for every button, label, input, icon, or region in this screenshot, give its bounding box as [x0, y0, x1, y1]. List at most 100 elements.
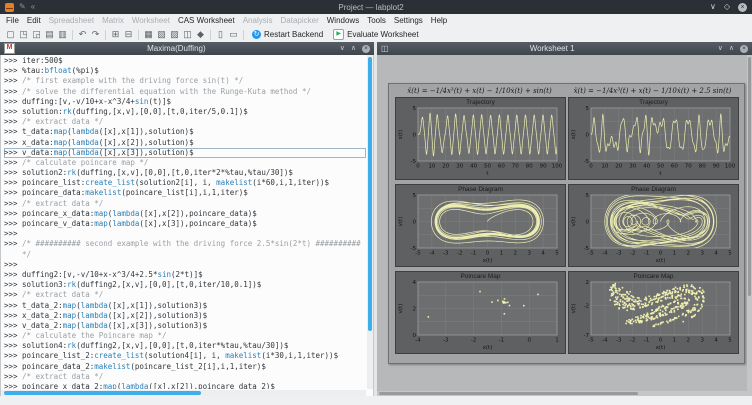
menu-edit[interactable]: Edit: [23, 16, 45, 25]
code-line[interactable]: >>>solution2:rk(duffing,[x,v],[0,0],[t,0…: [4, 168, 366, 178]
maxima-dock-icon[interactable]: ∧: [351, 42, 356, 55]
code-line[interactable]: >>>x_data_2:map(lambda([x],x[2]),solutio…: [4, 311, 366, 321]
new-datapicker-icon[interactable]: ◆: [194, 27, 207, 42]
code-vertical-scrollbar[interactable]: [367, 55, 373, 389]
save-icon[interactable]: ◲: [30, 27, 43, 42]
new-matrix-icon[interactable]: ▨: [168, 27, 181, 42]
open-file-icon[interactable]: ◳: [17, 27, 30, 42]
plot-trajectory-right[interactable]: Trajectory: [568, 97, 739, 180]
new-document-icon[interactable]: ▢: [4, 27, 17, 42]
evaluate-worksheet-button[interactable]: ▶ Evaluate Worksheet: [328, 29, 423, 40]
minimize-icon[interactable]: ∨: [710, 0, 716, 14]
new-note-icon[interactable]: ▯: [214, 27, 227, 42]
code-line[interactable]: >>>/* ########## second example with the…: [4, 239, 366, 249]
menu-file[interactable]: File: [2, 16, 23, 25]
worksheet-vertical-scrollbar[interactable]: [747, 55, 752, 396]
cas-session-view[interactable]: >>>iter:500$>>>%tau:bfloat(%pi)$>>>/* fi…: [0, 55, 374, 396]
menu-windows[interactable]: Windows: [323, 16, 363, 25]
maximize-icon[interactable]: ◇: [724, 0, 730, 14]
new-worksheet-icon[interactable]: ◫: [181, 27, 194, 42]
code-line[interactable]: >>>poincare_list_2:create_list(solution4…: [4, 351, 366, 361]
code-line[interactable]: >>>: [4, 260, 366, 270]
code-line[interactable]: >>>solution:rk(duffing,[x,v],[0,0],[t,0,…: [4, 107, 366, 117]
print-preview-icon[interactable]: ▥: [56, 27, 69, 42]
close-icon[interactable]: ×: [738, 3, 747, 12]
code-line[interactable]: >>>poincare_v_data:map(lambda([x],x[3]),…: [4, 219, 366, 229]
code-vertical-scrollbar-thumb[interactable]: [368, 57, 372, 331]
new-spreadsheet-icon[interactable]: ▧: [155, 27, 168, 42]
maxima-panel-title: Maxima(Duffing): [19, 44, 334, 53]
code-line[interactable]: >>>/* extract data */: [4, 199, 366, 209]
new-folder-icon[interactable]: ▭: [227, 27, 240, 42]
code-line[interactable]: >>>/* extract data */: [4, 117, 366, 127]
plot-trajectory-left[interactable]: Trajectory: [395, 97, 566, 180]
code-line[interactable]: >>>solution4:rk(duffing2,[x,v],[0,0],[t,…: [4, 341, 366, 351]
plot-canvas: [396, 272, 565, 353]
menu-help[interactable]: Help: [427, 16, 451, 25]
worksheet-panel: ◫ Worksheet 1 ∨ ∧ × ẍ(t) = −1/4x³(t) + x…: [377, 42, 752, 396]
code-line[interactable]: >>>x_data:map(lambda([x],x[2]),solution)…: [4, 138, 366, 148]
code-line[interactable]: >>>/* extract data */: [4, 372, 366, 382]
worksheet-float-icon[interactable]: ∨: [718, 42, 723, 55]
maxima-close-icon[interactable]: ×: [362, 45, 370, 53]
plot-phase-diagram-left[interactable]: Phase Diagram: [395, 184, 566, 267]
properties-explorer-icon[interactable]: ⊟: [122, 27, 135, 42]
code-line[interactable]: >>>/* calculate the Poincare map */: [4, 331, 366, 341]
worksheet-page[interactable]: ẍ(t) = −1/4x³(t) + x(t) − 1/10ẋ(t) + sin…: [388, 83, 745, 364]
code-area[interactable]: >>>iter:500$>>>%tau:bfloat(%pi)$>>>/* fi…: [4, 56, 366, 389]
plot-phase-diagram-right[interactable]: Phase Diagram: [568, 184, 739, 267]
menu-tools[interactable]: Tools: [363, 16, 390, 25]
menu-settings[interactable]: Settings: [390, 16, 427, 25]
maxima-float-icon[interactable]: ∨: [340, 42, 345, 55]
toolbar-separator: [243, 30, 244, 40]
code-line[interactable]: >>>solution3:rk(duffing2,[x,v],[0,0],[t,…: [4, 280, 366, 290]
code-line[interactable]: >>>/* solve the differential equation wi…: [4, 87, 366, 97]
worksheet-dock-icon[interactable]: ∧: [729, 42, 734, 55]
plot-poincare-map-left[interactable]: Poincare Map: [395, 271, 566, 354]
menu-cas-worksheet[interactable]: CAS Worksheet: [174, 16, 239, 25]
labplot-app-icon: [5, 3, 14, 12]
project-explorer-icon[interactable]: ⊞: [109, 27, 122, 42]
code-line[interactable]: >>>v_data_2:map(lambda([x],x[3]),solutio…: [4, 321, 366, 331]
code-line[interactable]: >>>v_data:map(lambda([x],x[3]),solution)…: [4, 148, 366, 158]
code-horizontal-scrollbar-thumb[interactable]: [4, 391, 201, 395]
code-line[interactable]: >>>poincare_data_2:makelist(poincare_lis…: [4, 362, 366, 372]
worksheet-close-icon[interactable]: ×: [740, 45, 748, 53]
plot-title: Poincare Map: [396, 273, 565, 280]
code-line[interactable]: >>>t_data_2:map(lambda([x],x[1]),solutio…: [4, 301, 366, 311]
restart-backend-button[interactable]: ↻ Restart Backend: [247, 30, 328, 39]
maxima-icon: M: [4, 43, 15, 54]
code-line[interactable]: >>>poincare_list:create_list(solution2[i…: [4, 178, 366, 188]
plot-title: Poincare Map: [569, 273, 738, 280]
plot-title: Trajectory: [569, 99, 738, 106]
collapse-icon[interactable]: «: [31, 0, 35, 14]
worksheet-view[interactable]: ẍ(t) = −1/4x³(t) + x(t) − 1/10ẋ(t) + sin…: [377, 55, 752, 396]
code-line[interactable]: >>>/* extract data */: [4, 290, 366, 300]
new-workbook-icon[interactable]: ▦: [142, 27, 155, 42]
print-icon[interactable]: ▤: [43, 27, 56, 42]
menu-analysis: Analysis: [239, 16, 277, 25]
worksheet-panel-header[interactable]: ◫ Worksheet 1 ∨ ∧ ×: [377, 42, 752, 55]
evaluate-worksheet-label: Evaluate Worksheet: [347, 30, 418, 39]
plot-poincare-map-right[interactable]: Poincare Map: [568, 271, 739, 354]
main-area: M Maxima(Duffing) ∨ ∧ × >>>iter:500$>>>%…: [0, 42, 752, 396]
worksheet-vertical-scrollbar-thumb[interactable]: [748, 57, 751, 296]
code-line[interactable]: >>>: [4, 229, 366, 239]
code-line[interactable]: >>>poincare_data:makelist(poincare_list[…: [4, 188, 366, 198]
code-line[interactable]: >>>t_data:map(lambda([x],x[1]),solution)…: [4, 127, 366, 137]
code-line[interactable]: >>>%tau:bfloat(%pi)$: [4, 66, 366, 76]
code-line[interactable]: >>>duffing:[v,-v/10+x-x^3/4+sin(t)]$: [4, 97, 366, 107]
code-line[interactable]: >>>/* calculate poincare map */: [4, 158, 366, 168]
code-line[interactable]: */: [4, 250, 366, 260]
maxima-panel-header[interactable]: M Maxima(Duffing) ∨ ∧ ×: [0, 42, 374, 55]
plot-title: Phase Diagram: [396, 186, 565, 193]
code-line[interactable]: >>>poincare_x_data_2:map(lambda([x],x[2]…: [4, 382, 366, 389]
pin-icon[interactable]: ✎: [19, 0, 26, 14]
code-line[interactable]: >>>poincare_x_data:map(lambda([x],x[2]),…: [4, 209, 366, 219]
code-line[interactable]: >>>iter:500$: [4, 56, 366, 66]
code-line[interactable]: >>>duffing2:[v,-v/10+x-x^3/4+2.5*sin(2*t…: [4, 270, 366, 280]
undo-icon[interactable]: ↶: [76, 27, 89, 42]
worksheet-horizontal-scrollbar-thumb[interactable]: [379, 392, 638, 395]
redo-icon[interactable]: ↷: [89, 27, 102, 42]
code-line[interactable]: >>>/* first example with the driving for…: [4, 76, 366, 86]
